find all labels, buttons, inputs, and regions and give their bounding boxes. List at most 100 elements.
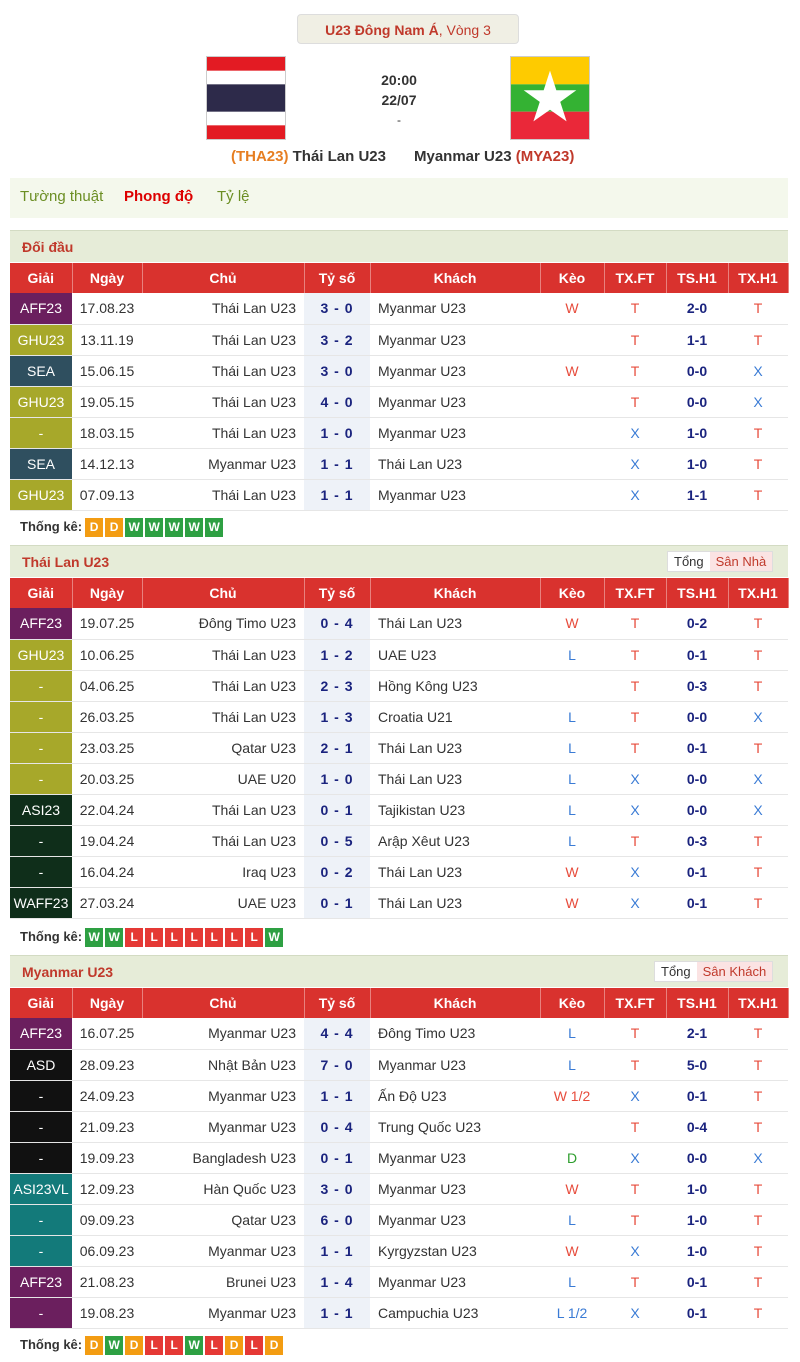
match-row[interactable]: -16.04.24 Iraq U23 0 - 2 Thái Lan U23 W X 0-1 T	[10, 856, 788, 888]
score-cell[interactable]: 4 - 0	[304, 386, 370, 418]
match-row[interactable]: -19.08.23 Myanmar U23 1 - 1 Campuchia U23 L …	[10, 1297, 788, 1329]
home-team-cell[interactable]: Thái Lan U23	[142, 355, 304, 387]
score-cell[interactable]: 0 - 4	[304, 1111, 370, 1143]
score-cell[interactable]: 1 - 1	[304, 1235, 370, 1267]
score-cell[interactable]: 3 - 0	[304, 355, 370, 387]
home-team-cell[interactable]: Iraq U23	[142, 856, 304, 888]
home-team-cell[interactable]: Qatar U23	[142, 1204, 304, 1236]
tab-odds[interactable]: Tỷ lệ	[217, 188, 250, 205]
away-team-cell[interactable]: Trung Quốc U23	[370, 1111, 540, 1143]
home-team-cell[interactable]: Myanmar U23	[142, 1018, 304, 1050]
home-team-cell[interactable]: Myanmar U23	[142, 1235, 304, 1267]
match-row[interactable]: GHU23 13.11.19 Thái Lan U23 3 - 2 Myanmar U2…	[10, 324, 788, 356]
home-team-cell[interactable]: Myanmar U23	[142, 1080, 304, 1112]
match-row[interactable]: ASD 28.09.23 Nhật Bản U23 7 - 0 Myanmar U23 L…	[10, 1049, 788, 1081]
home-team-cell[interactable]: Thái Lan U23	[142, 479, 304, 511]
score-cell[interactable]: 1 - 1	[304, 1297, 370, 1329]
away-team-cell[interactable]: Myanmar U23	[370, 1204, 540, 1236]
away-team-cell[interactable]: Thái Lan U23	[370, 732, 540, 764]
match-row[interactable]: -18.03.15 Thái Lan U23 1 - 0 Myanmar U23 X 1-…	[10, 417, 788, 449]
match-row[interactable]: ASI23 22.04.24 Thái Lan U23 0 - 1 Tajikistan…	[10, 794, 788, 826]
home-team-cell[interactable]: Thái Lan U23	[142, 639, 304, 671]
away-team-cell[interactable]: Ấn Độ U23	[370, 1080, 540, 1112]
match-row[interactable]: ASI23VL 12.09.23 Hàn Quốc U23 3 - 0 Myanmar …	[10, 1173, 788, 1205]
score-cell[interactable]: 1 - 0	[304, 417, 370, 449]
away-team-cell[interactable]: Myanmar U23	[370, 1173, 540, 1205]
home-team-cell[interactable]: Thái Lan U23	[142, 417, 304, 449]
away-team-cell[interactable]: Myanmar U23	[370, 386, 540, 418]
away-team-cell[interactable]: Croatia U21	[370, 701, 540, 733]
match-row[interactable]: -23.03.25 Qatar U23 2 - 1 Thái Lan U23 L T 0-1…	[10, 732, 788, 764]
score-cell[interactable]: 0 - 5	[304, 825, 370, 857]
home-team-cell[interactable]: Thái Lan U23	[142, 293, 304, 325]
match-row[interactable]: AFF23 19.07.25 Đông Timo U23 0 - 4 Thái Lan …	[10, 608, 788, 640]
home-team-cell[interactable]: Thái Lan U23	[142, 324, 304, 356]
away-team-cell[interactable]: Kyrgyzstan U23	[370, 1235, 540, 1267]
tab-commentary[interactable]: Tường thuật	[20, 188, 103, 205]
away-team-cell[interactable]: Thái Lan U23	[370, 887, 540, 919]
away-team-cell[interactable]: Myanmar U23	[370, 1142, 540, 1174]
away-team-cell[interactable]: Myanmar U23	[370, 355, 540, 387]
away-team-cell[interactable]: Myanmar U23	[370, 1266, 540, 1298]
away-team-cell[interactable]: Tajikistan U23	[370, 794, 540, 826]
match-row[interactable]: -19.04.24 Thái Lan U23 0 - 5 Arập Xêut U23 L…	[10, 825, 788, 857]
home-team-cell[interactable]: Thái Lan U23	[142, 386, 304, 418]
home-team-cell[interactable]: Bangladesh U23	[142, 1142, 304, 1174]
away-team-cell[interactable]: Myanmar U23	[370, 417, 540, 449]
score-cell[interactable]: 1 - 1	[304, 448, 370, 480]
home-team-cell[interactable]: UAE U23	[142, 887, 304, 919]
home-team-cell[interactable]: Nhật Bản U23	[142, 1049, 304, 1081]
home-team-cell[interactable]: Thái Lan U23	[142, 825, 304, 857]
away-team-cell[interactable]: Thái Lan U23	[370, 763, 540, 795]
away-team-cell[interactable]: Thái Lan U23	[370, 608, 540, 640]
score-cell[interactable]: 0 - 2	[304, 856, 370, 888]
match-row[interactable]: -24.09.23 Myanmar U23 1 - 1 Ấn Độ U23 W 1/2 X…	[10, 1080, 788, 1112]
home-team[interactable]: (THA23) Thái Lan U23	[160, 148, 386, 165]
score-cell[interactable]: 3 - 0	[304, 293, 370, 325]
away-team-cell[interactable]: Myanmar U23	[370, 479, 540, 511]
match-row[interactable]: GHU23 19.05.15 Thái Lan U23 4 - 0 Myanmar U2…	[10, 386, 788, 418]
score-cell[interactable]: 7 - 0	[304, 1049, 370, 1081]
score-cell[interactable]: 0 - 1	[304, 887, 370, 919]
away-team-cell[interactable]: Myanmar U23	[370, 293, 540, 325]
score-cell[interactable]: 3 - 2	[304, 324, 370, 356]
match-row[interactable]: SEA 14.12.13 Myanmar U23 1 - 1 Thái Lan U23 X…	[10, 448, 788, 480]
home-team-cell[interactable]: Qatar U23	[142, 732, 304, 764]
home-filter-home[interactable]: Sân Nhà	[709, 552, 773, 571]
away-team-cell[interactable]: Đông Timo U23	[370, 1018, 540, 1050]
score-cell[interactable]: 3 - 0	[304, 1173, 370, 1205]
away-team-cell[interactable]: Thái Lan U23	[370, 856, 540, 888]
away-team-cell[interactable]: UAE U23	[370, 639, 540, 671]
match-row[interactable]: SEA 15.06.15 Thái Lan U23 3 - 0 Myanmar U23 W…	[10, 355, 788, 387]
score-cell[interactable]: 1 - 4	[304, 1266, 370, 1298]
home-team-cell[interactable]: Đông Timo U23	[142, 608, 304, 640]
match-row[interactable]: -06.09.23 Myanmar U23 1 - 1 Kyrgyzstan U23 W…	[10, 1235, 788, 1267]
score-cell[interactable]: 0 - 1	[304, 1142, 370, 1174]
home-team-cell[interactable]: Myanmar U23	[142, 1297, 304, 1329]
match-row[interactable]: -26.03.25 Thái Lan U23 1 - 3 Croatia U21 L T 0…	[10, 701, 788, 733]
match-row[interactable]: GHU23 10.06.25 Thái Lan U23 1 - 2 UAE U23 L T 0…	[10, 639, 788, 671]
match-row[interactable]: -20.03.25 UAE U20 1 - 0 Thái Lan U23 L X 0-0 X	[10, 763, 788, 795]
match-row[interactable]: AFF23 17.08.23 Thái Lan U23 3 - 0 Myanmar U2…	[10, 293, 788, 325]
home-team-cell[interactable]: UAE U20	[142, 763, 304, 795]
score-cell[interactable]: 2 - 1	[304, 732, 370, 764]
match-row[interactable]: WAFF23 27.03.24 UAE U23 0 - 1 Thái Lan U23 W X…	[10, 887, 788, 919]
home-team-cell[interactable]: Brunei U23	[142, 1266, 304, 1298]
away-team-cell[interactable]: Myanmar U23	[370, 1049, 540, 1081]
home-team-cell[interactable]: Thái Lan U23	[142, 701, 304, 733]
tab-form[interactable]: Phong độ	[124, 188, 193, 205]
away-filter-away[interactable]: Sân Khách	[696, 962, 773, 981]
away-team-cell[interactable]: Myanmar U23	[370, 324, 540, 356]
score-cell[interactable]: 1 - 2	[304, 639, 370, 671]
match-row[interactable]: -09.09.23 Qatar U23 6 - 0 Myanmar U23 L T 1-0 T	[10, 1204, 788, 1236]
away-team-cell[interactable]: Arập Xêut U23	[370, 825, 540, 857]
score-cell[interactable]: 2 - 3	[304, 670, 370, 702]
home-filter-all[interactable]: Tổng	[668, 552, 710, 571]
score-cell[interactable]: 0 - 4	[304, 608, 370, 640]
match-row[interactable]: AFF23 21.08.23 Brunei U23 1 - 4 Myanmar U23 L…	[10, 1266, 788, 1298]
away-team[interactable]: Myanmar U23 (MYA23)	[414, 148, 654, 165]
score-cell[interactable]: 1 - 0	[304, 763, 370, 795]
score-cell[interactable]: 4 - 4	[304, 1018, 370, 1050]
home-team-cell[interactable]: Hàn Quốc U23	[142, 1173, 304, 1205]
league-badge[interactable]: U23 Đông Nam Á, Vòng 3	[297, 14, 519, 44]
